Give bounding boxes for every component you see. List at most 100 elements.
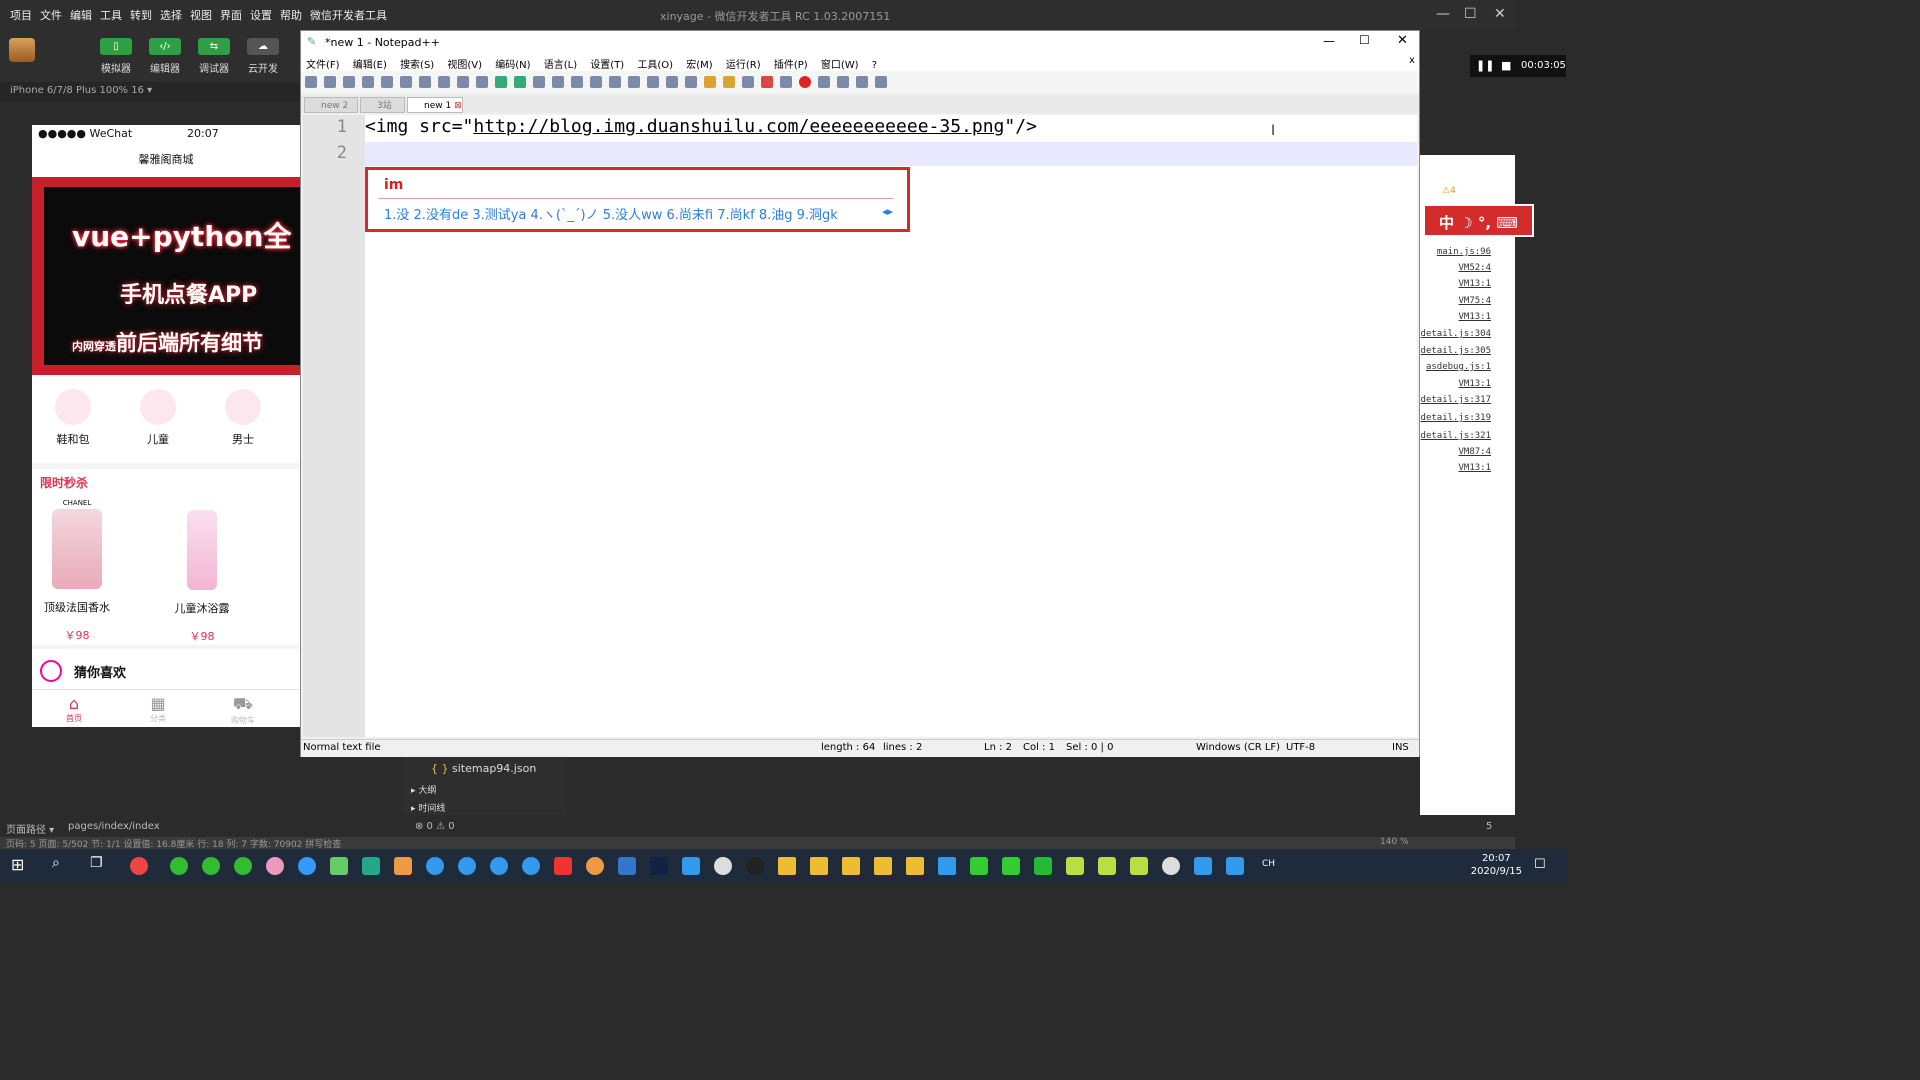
word-icon[interactable]: [682, 857, 700, 875]
wechat-devtools-icon[interactable]: [234, 857, 252, 875]
notification-icon[interactable]: ☐: [1534, 857, 1546, 872]
editor-button[interactable]: ‹/›: [149, 38, 181, 55]
menu-tools[interactable]: 工具(O): [637, 60, 673, 71]
menu-run[interactable]: 运行(R): [726, 60, 761, 71]
save-icon[interactable]: [343, 76, 355, 88]
ime-candidates[interactable]: 1.没 2.没有de 3.测试ya 4.ヽ(ˋ_ˊ)ノ 5.没人ww 6.尚未f…: [384, 204, 838, 223]
console-link[interactable]: detail.js:304: [1421, 329, 1491, 339]
minimize-icon[interactable]: —: [1323, 34, 1335, 48]
save-all-icon[interactable]: [362, 76, 374, 88]
search-icon[interactable]: ⌕: [52, 855, 60, 871]
wechat-devtools-icon[interactable]: [202, 857, 220, 875]
code-line-1[interactable]: <img src="http://blog.img.duanshuilu.com…: [365, 116, 1037, 137]
folder-icon[interactable]: [842, 857, 860, 875]
console-link[interactable]: main.js:96: [1437, 247, 1491, 257]
console-link[interactable]: detail.js:305: [1421, 346, 1491, 356]
menu-help[interactable]: ?: [872, 60, 877, 71]
play-macro-icon[interactable]: [837, 76, 849, 88]
find-icon[interactable]: [533, 76, 545, 88]
console-link[interactable]: asdebug.js:1: [1426, 362, 1491, 372]
menu-tools[interactable]: 工具: [100, 7, 122, 23]
tab-cart[interactable]: ⛟ 购物车: [213, 694, 273, 726]
wechat-devtools-icon[interactable]: [170, 857, 188, 875]
tab-site[interactable]: 3站: [360, 97, 405, 113]
app-icon[interactable]: [938, 857, 956, 875]
chrome-icon[interactable]: [266, 857, 284, 875]
pycharm-icon[interactable]: [970, 857, 988, 875]
app-icon[interactable]: [1130, 857, 1148, 875]
ie-icon[interactable]: [426, 857, 444, 875]
hbuilder-icon[interactable]: [1034, 857, 1052, 875]
monitor-icon[interactable]: [780, 76, 792, 88]
menu-encoding[interactable]: 编码(N): [495, 60, 530, 71]
replace-icon[interactable]: [552, 76, 564, 88]
bell-count[interactable]: 5: [1486, 821, 1492, 832]
app-icon[interactable]: [522, 857, 540, 875]
cloud-dev-button[interactable]: ☁: [247, 38, 279, 55]
category-kids[interactable]: 儿童: [128, 389, 188, 447]
close-doc-icon[interactable]: x: [1409, 55, 1415, 66]
menu-plugins[interactable]: 插件(P): [774, 60, 808, 71]
doc-map-icon[interactable]: [723, 76, 735, 88]
tab-home[interactable]: ⌂ 首页: [44, 694, 104, 724]
folder-icon[interactable]: [874, 857, 892, 875]
device-selector[interactable]: iPhone 6/7/8 Plus 100% 16 ▾: [0, 82, 300, 102]
app-icon[interactable]: [1194, 857, 1212, 875]
indent-guide-icon[interactable]: [685, 76, 697, 88]
menu-wechat-devtools[interactable]: 微信开发者工具: [310, 7, 387, 23]
page-path-label[interactable]: 页面路径 ▾: [6, 821, 54, 836]
tree-outline[interactable]: ▸ 大纲: [411, 783, 436, 796]
tab-new-2[interactable]: new 2: [304, 97, 358, 113]
avatar[interactable]: [9, 38, 35, 62]
error-count[interactable]: ⊗ 0 ⚠ 0: [415, 821, 455, 832]
close-icon[interactable]: ✕: [1494, 6, 1506, 22]
menu-edit[interactable]: 编辑(E): [353, 60, 387, 71]
category-men[interactable]: 男士: [213, 389, 273, 447]
close-all-icon[interactable]: [400, 76, 412, 88]
app-icon[interactable]: [490, 857, 508, 875]
menu-interface[interactable]: 界面: [220, 7, 242, 23]
menu-search[interactable]: 搜索(S): [400, 60, 434, 71]
file-item[interactable]: { } sitemap94.json: [431, 762, 536, 775]
chat-icon[interactable]: [1162, 857, 1180, 875]
close-tab-icon[interactable]: ⊠: [454, 101, 462, 111]
tree-timeline[interactable]: ▸ 时间线: [411, 801, 445, 814]
menu-goto[interactable]: 转到: [130, 7, 152, 23]
menu-macro[interactable]: 宏(M): [686, 60, 712, 71]
zoom-in-icon[interactable]: [571, 76, 583, 88]
product-card[interactable]: CHANEL 顶级法国香水 ￥98: [32, 499, 132, 643]
pause-icon[interactable]: ❚❚: [1476, 59, 1494, 72]
windows-start-icon[interactable]: ⊞: [11, 855, 24, 874]
menu-file[interactable]: 文件(F): [306, 60, 340, 71]
photoshop-icon[interactable]: [650, 857, 668, 875]
console-link[interactable]: VM75:4: [1458, 296, 1491, 306]
chrome-icon[interactable]: [586, 857, 604, 875]
menu-edit[interactable]: 编辑: [70, 7, 92, 23]
app-icon[interactable]: [1098, 857, 1116, 875]
copy-icon[interactable]: [457, 76, 469, 88]
console-link[interactable]: detail.js:319: [1421, 413, 1491, 423]
app-icon[interactable]: [394, 857, 412, 875]
vscode-icon[interactable]: [618, 857, 636, 875]
folder-icon[interactable]: [906, 857, 924, 875]
close-file-icon[interactable]: [381, 76, 393, 88]
ime-page-arrows-icon[interactable]: ◂▸: [882, 205, 893, 218]
notepad-plus-icon[interactable]: [330, 857, 348, 875]
youdao-icon[interactable]: [554, 857, 572, 875]
browser-icon[interactable]: [298, 857, 316, 875]
folder-icon[interactable]: [810, 857, 828, 875]
zoom-out-icon[interactable]: [590, 76, 602, 88]
undo-icon[interactable]: [495, 76, 507, 88]
minimize-icon[interactable]: —: [1436, 6, 1450, 22]
app-icon[interactable]: [1226, 857, 1244, 875]
close-icon[interactable]: ✕: [1397, 33, 1408, 48]
console-link[interactable]: VM13:1: [1458, 463, 1491, 473]
category-bags[interactable]: 鞋和包: [43, 389, 103, 447]
show-all-icon[interactable]: [666, 76, 678, 88]
product-card[interactable]: 儿童沐浴露 ￥98: [147, 499, 257, 644]
console-link[interactable]: VM13:1: [1458, 379, 1491, 389]
user-icon[interactable]: [714, 857, 732, 875]
folder-workspace-icon[interactable]: [761, 76, 773, 88]
console-link[interactable]: VM13:1: [1458, 312, 1491, 322]
ie-icon[interactable]: [458, 857, 476, 875]
